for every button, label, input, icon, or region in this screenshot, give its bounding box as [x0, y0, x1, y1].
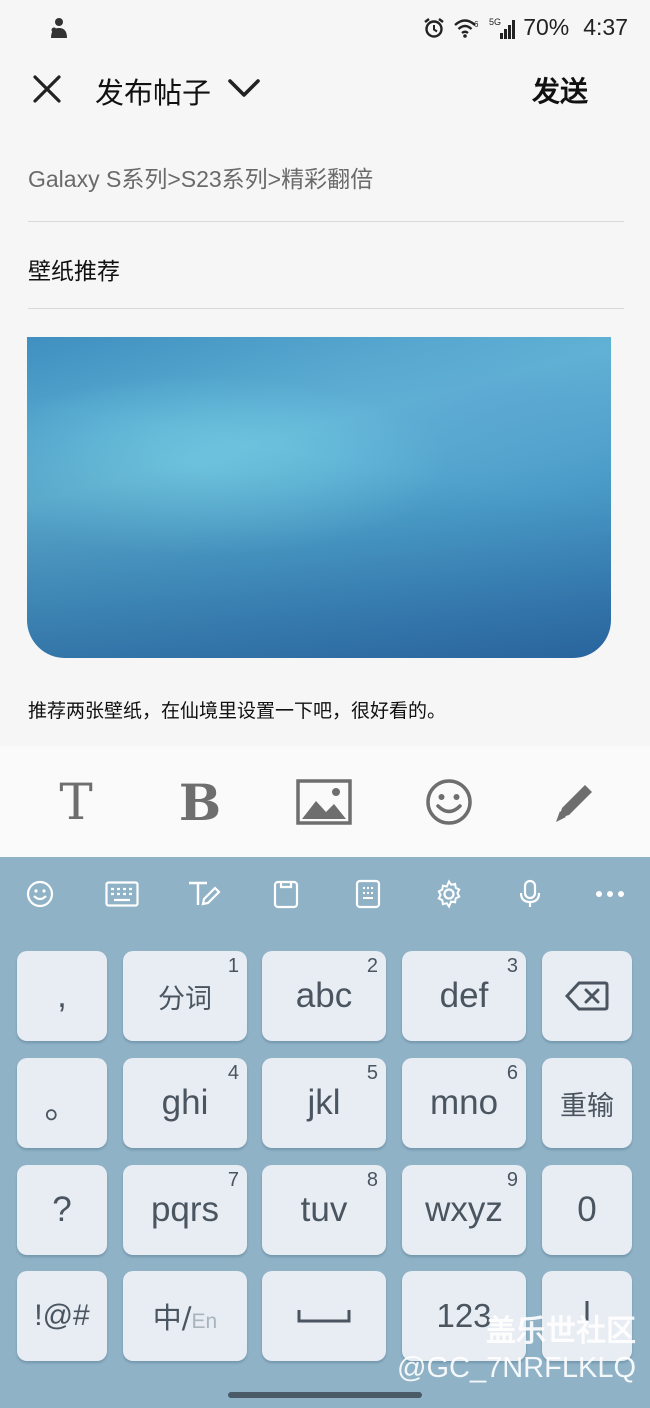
- handwriting-icon: [189, 881, 221, 906]
- smiley-icon: [426, 779, 472, 825]
- text-style-button[interactable]: T: [46, 772, 106, 832]
- key-label: ?: [52, 1190, 72, 1229]
- post-body-editor[interactable]: 推荐两张壁纸，在仙境里设置一下吧，很好看的。: [28, 696, 446, 723]
- bold-button[interactable]: B: [170, 772, 230, 832]
- key-label: 123: [436, 1297, 492, 1334]
- key-comma[interactable]: ,: [17, 951, 107, 1041]
- kb-handwriting-button[interactable]: [184, 877, 224, 911]
- signal-icon: 5G: [489, 16, 516, 40]
- kb-settings-button[interactable]: [429, 877, 469, 911]
- divider: [28, 221, 624, 222]
- key-4[interactable]: ghi 4: [123, 1058, 247, 1148]
- page-title: 发布帖子: [95, 76, 212, 110]
- key-label: abc: [295, 976, 353, 1015]
- watermark-handle: @GC_7NRFLKLQ: [397, 1352, 636, 1384]
- pencil-icon: [556, 785, 592, 822]
- kb-more-button[interactable]: [590, 877, 630, 911]
- key-label: wxyz: [425, 1190, 503, 1229]
- key-label: 0: [577, 1190, 597, 1229]
- keypad-icon: [355, 879, 381, 909]
- close-icon: [33, 75, 61, 103]
- key-2[interactable]: abc 2: [262, 951, 386, 1041]
- key-question[interactable]: ?: [17, 1165, 107, 1255]
- keyboard-icon: [105, 881, 139, 907]
- key-label: mno: [429, 1083, 499, 1122]
- chevron-down-icon: [228, 79, 260, 97]
- microphone-icon: [519, 879, 541, 907]
- gear-icon: [437, 879, 461, 909]
- smiley-icon: [26, 880, 54, 908]
- key-label: !@#: [34, 1299, 90, 1332]
- key-5[interactable]: jkl 5: [262, 1058, 386, 1148]
- space-icon: [297, 1310, 351, 1323]
- kb-clipboard-button[interactable]: [266, 877, 306, 911]
- key-label: ,: [57, 976, 67, 1015]
- key-number: 7: [227, 1169, 239, 1191]
- key-number: 5: [366, 1062, 378, 1084]
- format-toolbar: T B: [0, 746, 650, 858]
- network-label: 5G: [489, 17, 501, 27]
- key-label: 分词: [158, 983, 212, 1015]
- battery-percent: 70%: [523, 14, 570, 40]
- key-number: 4: [227, 1062, 239, 1084]
- watermark-title: 盖乐世社区: [486, 1314, 636, 1349]
- category-selector[interactable]: Galaxy S系列>S23系列>精彩翻倍: [28, 160, 373, 194]
- key-number: 1: [227, 955, 239, 977]
- post-title-field[interactable]: 壁纸推荐: [28, 252, 120, 286]
- alarm-icon: [423, 17, 445, 39]
- key-number: 2: [366, 955, 378, 977]
- key-8[interactable]: tuv 8: [262, 1165, 386, 1255]
- draw-button[interactable]: [545, 772, 605, 832]
- key-number: 8: [366, 1169, 378, 1191]
- send-button[interactable]: 发送: [532, 70, 588, 110]
- key-space[interactable]: [262, 1271, 386, 1361]
- key-label: pqrs: [150, 1190, 220, 1229]
- key-label: ghi: [161, 1083, 209, 1122]
- status-bar: 6 5G 70% 4:37: [0, 0, 650, 58]
- home-indicator[interactable]: [228, 1392, 422, 1398]
- key-7[interactable]: pqrs 7: [123, 1165, 247, 1255]
- key-backspace[interactable]: [542, 951, 632, 1041]
- close-button[interactable]: [28, 70, 66, 108]
- status-icons: 6 5G 70% 4:37: [423, 14, 628, 41]
- key-0[interactable]: 0: [542, 1165, 632, 1255]
- key-6[interactable]: mno 6: [402, 1058, 526, 1148]
- key-reset[interactable]: 重输: [542, 1058, 632, 1148]
- app-header: 发布帖子 发送: [0, 58, 650, 122]
- key-label: jkl: [307, 1083, 341, 1122]
- kb-emoji-button[interactable]: [20, 877, 60, 911]
- clock: 4:37: [583, 14, 628, 40]
- key-label: 。: [44, 1086, 80, 1126]
- key-label: 重输: [560, 1090, 614, 1122]
- key-3[interactable]: def 3: [402, 951, 526, 1041]
- key-number: 9: [506, 1169, 518, 1191]
- key-label: 中/: [152, 1301, 192, 1335]
- insert-image-button[interactable]: [294, 772, 354, 832]
- key-number: 6: [506, 1062, 518, 1084]
- kb-keypad-button[interactable]: [348, 877, 388, 911]
- backspace-icon: [565, 981, 609, 1011]
- key-period[interactable]: 。: [17, 1058, 107, 1148]
- key-symbols[interactable]: !@#: [17, 1271, 107, 1361]
- title-dropdown-button[interactable]: [224, 72, 264, 104]
- wifi-icon: 6: [453, 17, 481, 39]
- key-9[interactable]: wxyz 9: [402, 1165, 526, 1255]
- key-number: 3: [506, 955, 518, 977]
- kb-voice-button[interactable]: [510, 877, 550, 911]
- key-language-switch[interactable]: 中/ En: [123, 1271, 247, 1361]
- kb-layout-button[interactable]: [102, 877, 142, 911]
- key-label: tuv: [300, 1190, 348, 1229]
- image-icon: [296, 779, 352, 825]
- key-sub-label: En: [191, 1310, 218, 1333]
- clipboard-icon: [273, 880, 299, 909]
- emoji-button[interactable]: [419, 772, 479, 832]
- key-1[interactable]: 分词 1: [123, 951, 247, 1041]
- key-label: def: [439, 976, 489, 1015]
- attached-wallpaper-image[interactable]: [27, 337, 611, 658]
- more-icon: [596, 891, 624, 897]
- notification-icon: [48, 16, 70, 44]
- svg-text:6: 6: [474, 20, 479, 29]
- divider: [28, 308, 624, 309]
